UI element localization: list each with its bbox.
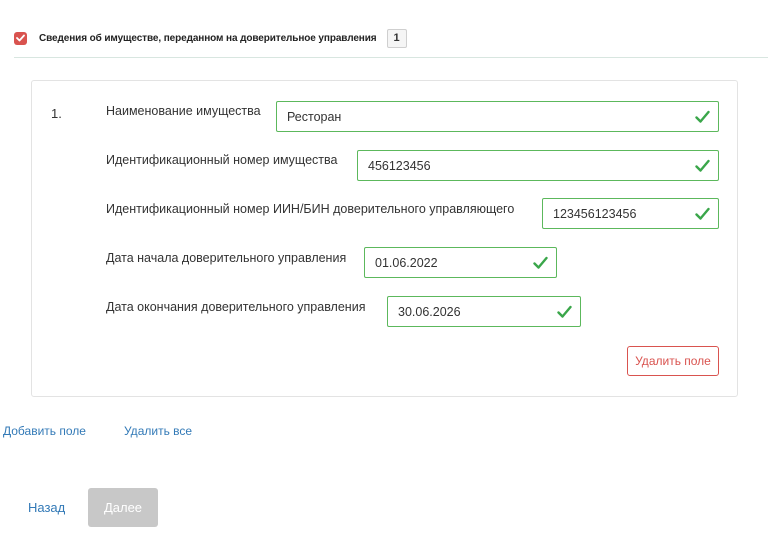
- valid-check-icon: [695, 110, 710, 123]
- property-name-field[interactable]: Ресторан: [276, 101, 719, 132]
- property-id-label: Идентификационный номер имущества: [106, 153, 338, 167]
- divider: [14, 57, 768, 58]
- manager-iin-value: 123456123456: [553, 206, 637, 221]
- valid-check-icon: [557, 305, 572, 318]
- property-id-field[interactable]: 456123456: [357, 150, 719, 181]
- item-number: 1.: [51, 106, 62, 121]
- section-title: Сведения об имуществе, переданном на дов…: [39, 32, 377, 44]
- end-date-value: 30.06.2026: [398, 304, 461, 319]
- manager-iin-field[interactable]: 123456123456: [542, 198, 719, 229]
- checkmark-icon: [16, 34, 25, 42]
- valid-check-icon: [695, 207, 710, 220]
- remove-field-button[interactable]: Удалить поле: [627, 346, 719, 376]
- start-date-field[interactable]: 01.06.2022: [364, 247, 557, 278]
- section-header: Сведения об имуществе, переданном на дов…: [14, 28, 407, 48]
- end-date-label: Дата окончания доверительного управления: [106, 300, 366, 314]
- valid-check-icon: [695, 159, 710, 172]
- end-date-field[interactable]: 30.06.2026: [387, 296, 581, 327]
- count-badge: 1: [386, 28, 407, 48]
- start-date-label: Дата начала доверительного управления: [106, 251, 347, 265]
- property-name-value: Ресторан: [287, 109, 342, 124]
- start-date-value: 01.06.2022: [375, 255, 438, 270]
- section-checkbox[interactable]: [14, 31, 27, 45]
- remove-all-link[interactable]: Удалить все: [124, 424, 192, 438]
- property-id-value: 456123456: [368, 158, 431, 173]
- manager-iin-label: Идентификационный номер ИИН/БИН доверите…: [106, 202, 515, 216]
- add-field-link[interactable]: Добавить поле: [3, 424, 86, 438]
- back-link[interactable]: Назад: [28, 500, 65, 515]
- property-name-label: Наименование имущества: [106, 104, 261, 118]
- valid-check-icon: [533, 256, 548, 269]
- next-button[interactable]: Далее: [88, 488, 158, 527]
